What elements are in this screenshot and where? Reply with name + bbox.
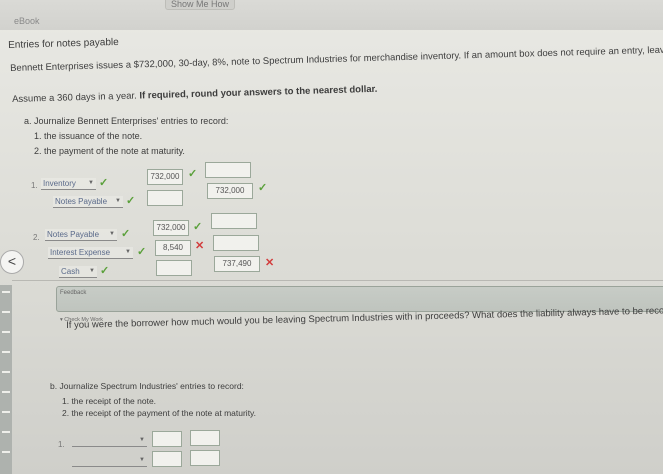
account-select-notes-payable[interactable]: Notes Payable ▼ [53,196,123,208]
part-b-entry-1-number: 1. [58,440,65,449]
caret-down-icon: ▼ [139,457,145,463]
part-a-heading: a. Journalize Bennett Enterprises' entri… [24,116,229,126]
caret-down-icon: ▼ [115,198,121,204]
account-select-label: Notes Payable [47,230,100,239]
part-a-item-2: 2. the payment of the note at maturity. [34,146,185,156]
credit-input-empty[interactable] [190,450,220,466]
part-b-item-2: 2. the receipt of the payment of the not… [62,408,257,418]
debit-input-interest-expense[interactable]: 8,540 [155,240,191,256]
entry-2-number: 2. [33,233,40,242]
debit-input-empty[interactable] [152,451,182,467]
credit-input-notes-payable[interactable]: 732,000 [207,183,253,199]
account-select-label: Inventory [43,179,76,188]
credit-input-interest-expense[interactable] [213,235,259,251]
check-icon: ✓ [126,195,136,207]
account-select-label: Notes Payable [55,197,108,206]
check-icon: ✓ [137,246,147,258]
credit-input-notes-payable[interactable] [211,213,257,229]
account-select-cash[interactable]: Cash ▼ [59,266,97,278]
check-icon: ✓ [121,228,131,240]
left-rail [0,285,12,474]
debit-input-empty[interactable] [152,431,182,447]
previous-arrow-button[interactable]: < [0,250,24,274]
account-select-empty[interactable]: ▼ [72,435,147,447]
assume-text: Assume a 360 days in a year. [12,90,137,105]
caret-down-icon: ▼ [125,249,131,255]
credit-input-cash[interactable]: 737,490 [214,256,260,272]
account-select-notes-payable[interactable]: Notes Payable ▼ [45,229,117,241]
caret-down-icon: ▼ [88,180,94,186]
x-icon: ✕ [195,240,205,252]
check-icon: ✓ [100,265,110,277]
part-a-item-1: 1. the issuance of the note. [34,131,143,141]
x-icon: ✕ [265,257,275,269]
credit-input-inventory[interactable] [205,162,251,178]
account-select-label: Interest Expense [50,248,111,257]
account-select-empty[interactable]: ▼ [72,455,147,467]
account-select-inventory[interactable]: Inventory ▼ [41,178,96,190]
account-select-interest-expense[interactable]: Interest Expense ▼ [48,247,133,259]
credit-input-empty[interactable] [190,430,220,446]
debit-input-notes-payable[interactable]: 732,000 [153,220,189,236]
check-icon: ✓ [99,177,109,189]
caret-down-icon: ▼ [89,268,95,274]
debit-input-notes-payable[interactable] [147,190,183,206]
caret-down-icon: ▼ [109,231,115,237]
entry-1-number: 1. [31,181,38,190]
caret-down-icon: ▼ [139,437,145,443]
debit-input-inventory[interactable]: 732,000 [147,169,183,185]
divider [12,280,663,281]
feedback-label: Feedback [60,290,87,296]
rounding-instruction: If required, round your answers to the n… [139,83,378,102]
instructions: Assume a 360 days in a year. If required… [12,84,378,105]
check-icon: ✓ [188,168,198,180]
debit-input-cash[interactable] [156,260,192,276]
ebook-label: eBook [14,16,40,26]
account-select-label: Cash [61,267,80,276]
check-icon: ✓ [193,221,203,233]
top-bar: eBook Show Me How [0,0,663,30]
show-me-how-button[interactable]: Show Me How [165,0,235,10]
check-icon: ✓ [258,182,268,194]
part-b-item-1: 1. the receipt of the note. [62,396,157,406]
page-title: Entries for notes payable [8,36,119,51]
part-b-heading: b. Journalize Spectrum Industries' entri… [50,381,244,391]
